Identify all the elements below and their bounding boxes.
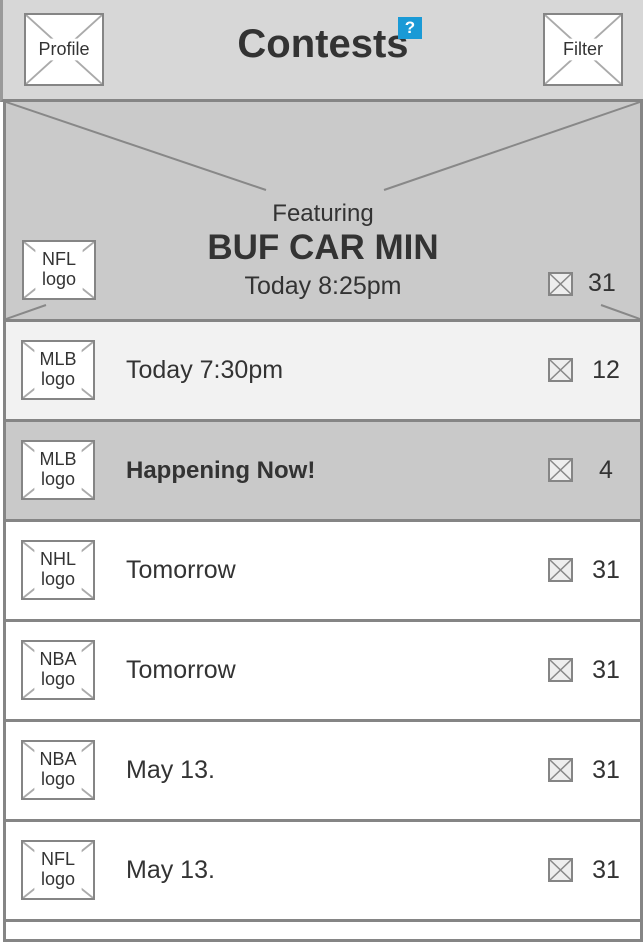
- league-logo: NBA logo: [21, 740, 95, 800]
- featured-teams: BUF CAR MIN: [207, 228, 439, 267]
- entries-icon: [548, 358, 573, 382]
- featured-caption: Featuring: [272, 200, 374, 227]
- logo-league: NBA: [39, 649, 77, 670]
- entries-count: 31: [592, 656, 620, 684]
- nfl-logo: NFL logo: [22, 240, 96, 300]
- contest-row[interactable]: NFL logo May 13. 31: [3, 822, 643, 922]
- contest-row[interactable]: MLB logo Today 7:30pm 12: [3, 322, 643, 422]
- entries-count: 4: [599, 456, 613, 484]
- entries-icon: [548, 658, 573, 682]
- contest-label: Tomorrow: [126, 656, 236, 684]
- entries-icon: [548, 458, 573, 482]
- logo-league: NFL: [40, 849, 75, 870]
- contest-row[interactable]: NBA logo Tomorrow 31: [3, 622, 643, 722]
- entries-icon: [548, 272, 573, 296]
- logo-league: NHL: [39, 549, 76, 570]
- league-logo: NBA logo: [21, 640, 95, 700]
- league-logo: NHL logo: [21, 540, 95, 600]
- league-logo: MLB logo: [21, 340, 95, 400]
- featured-contest[interactable]: Featuring BUF CAR MIN Today 8:25pm NFL lo…: [3, 102, 643, 322]
- entries-icon: [548, 758, 573, 782]
- logo-league: MLB: [39, 349, 77, 370]
- help-button[interactable]: ?: [398, 17, 422, 39]
- entries-count: 31: [592, 556, 620, 584]
- contest-label: Happening Now!: [126, 457, 316, 484]
- contest-row[interactable]: NHL logo Tomorrow 31: [3, 522, 643, 622]
- contest-row-partial[interactable]: [3, 922, 643, 942]
- logo-word: logo: [40, 369, 76, 389]
- contest-label: May 13.: [126, 756, 215, 784]
- entries-icon: [548, 558, 573, 582]
- logo-word: logo: [40, 769, 76, 789]
- league-logo: MLB logo: [21, 440, 95, 500]
- filter-button[interactable]: Filter: [543, 13, 623, 86]
- entries-count: 31: [592, 856, 620, 884]
- featured-time: Today 8:25pm: [244, 272, 402, 300]
- logo-word: logo: [40, 669, 76, 689]
- contest-label: Tomorrow: [126, 556, 236, 584]
- logo-word: logo: [40, 569, 76, 589]
- logo-word: logo: [41, 269, 77, 289]
- logo-league: NBA: [39, 749, 77, 770]
- header: Profile Contests ? Filter: [0, 0, 643, 102]
- contest-label: May 13.: [126, 856, 215, 884]
- contest-label: Today 7:30pm: [126, 356, 284, 384]
- entries-count: 31: [588, 269, 616, 297]
- entries-count: 12: [592, 356, 620, 384]
- logo-word: logo: [40, 469, 76, 489]
- entries-count: 31: [592, 756, 620, 784]
- logo-league: MLB: [39, 449, 77, 470]
- league-logo: NFL logo: [21, 840, 95, 900]
- filter-label: Filter: [563, 38, 603, 59]
- entries-icon: [548, 858, 573, 882]
- logo-league: NFL: [41, 249, 76, 270]
- contest-row[interactable]: NBA logo May 13. 31: [3, 722, 643, 822]
- logo-word: logo: [40, 869, 76, 889]
- contest-row[interactable]: MLB logo Happening Now! 4: [3, 422, 643, 522]
